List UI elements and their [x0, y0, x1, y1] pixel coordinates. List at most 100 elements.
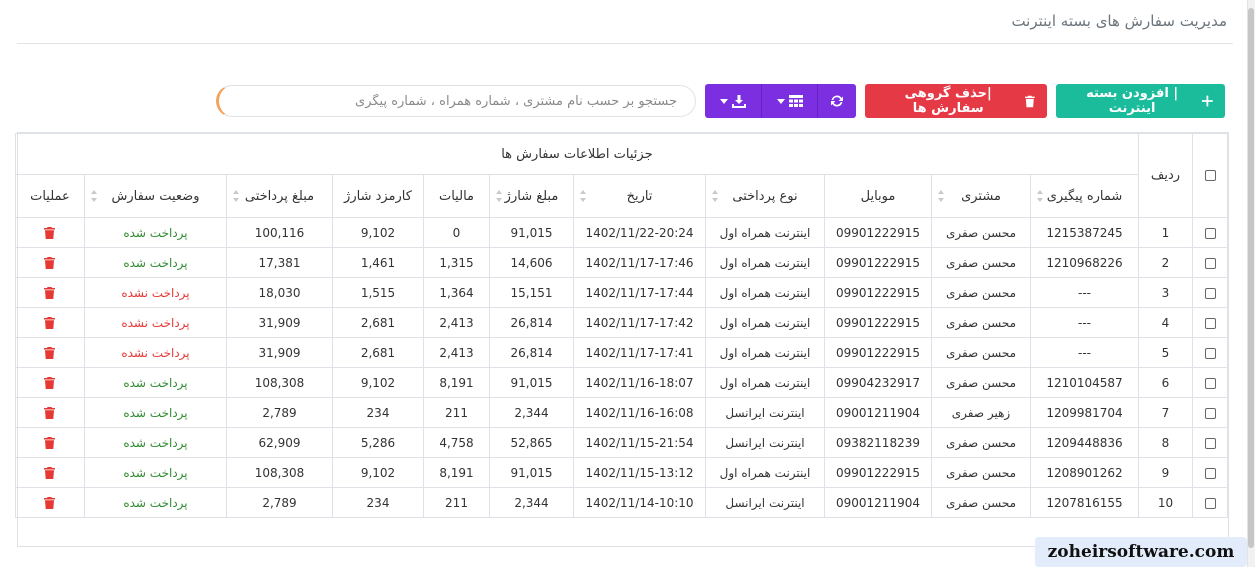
cell-paid: 108,308 — [226, 457, 333, 488]
row-number: 3 — [1138, 277, 1193, 308]
refresh-icon — [831, 95, 843, 107]
cell-tax: 4,758 — [423, 427, 490, 458]
title-divider — [17, 43, 1233, 44]
sort-icon — [233, 190, 239, 202]
cell-payment-type: اینترنت همراه اول — [705, 457, 825, 488]
watermark-logo: zoheirsoftware.com — [1035, 537, 1247, 567]
orders-table-container: ردیف جزئیات اطلاعات سفارش ها شماره پیگیر… — [14, 132, 1229, 547]
cell-payment-type: اینترنت همراه اول — [705, 307, 825, 338]
delete-row-trash-icon[interactable] — [44, 467, 56, 479]
cell-tracking: 1210104587 — [1030, 367, 1139, 398]
cell-paid: 100,116 — [226, 217, 333, 248]
col-tracking-header[interactable]: شماره پیگیری — [1030, 174, 1139, 218]
cell-mobile: 09901222915 — [824, 247, 932, 278]
col-charge-header[interactable]: مبلغ شارژ — [489, 174, 574, 218]
cell-mobile: 09904232917 — [824, 367, 932, 398]
search-input[interactable] — [216, 85, 696, 117]
cell-payment-type: اینترنت همراه اول — [705, 217, 825, 248]
cell-mobile: 09901222915 — [824, 277, 932, 308]
scrollbar-thumb[interactable] — [1248, 8, 1254, 548]
row-actions — [14, 487, 86, 518]
bulk-delete-label: |حذف گروهی سفارش ها — [904, 86, 992, 116]
cell-fee: 9,102 — [332, 367, 424, 398]
row-checkbox[interactable] — [1204, 377, 1216, 389]
row-checkbox[interactable] — [1204, 317, 1216, 329]
delete-row-trash-icon[interactable] — [44, 287, 56, 299]
cell-tax: 1,364 — [423, 277, 490, 308]
table-row: 4 --- محسن صفری 09901222915 اینترنت همراه او… — [14, 307, 1228, 338]
delete-row-trash-icon[interactable] — [44, 497, 56, 509]
row-checkbox[interactable] — [1204, 287, 1216, 299]
cell-charge: 52,865 — [489, 427, 574, 458]
add-package-button[interactable]: | افزودن بسته اینترنت — [1056, 84, 1225, 118]
cell-customer: محسن صفری — [931, 307, 1031, 338]
col-mobile-header: موبایل — [824, 174, 932, 218]
row-actions — [14, 367, 86, 398]
row-select-cell — [1192, 247, 1228, 278]
row-checkbox[interactable] — [1204, 497, 1216, 509]
col-payment-type-header[interactable]: نوع پرداختی — [705, 174, 825, 218]
cell-paid: 108,308 — [226, 367, 333, 398]
cell-payment-type: اینترنت همراه اول — [705, 277, 825, 308]
cell-customer: محسن صفری — [931, 217, 1031, 248]
cell-tax: 8,191 — [423, 367, 490, 398]
col-customer-header[interactable]: مشتری — [931, 174, 1031, 218]
cell-customer: محسن صفری — [931, 427, 1031, 458]
col-actions-header: عملیات — [14, 174, 86, 218]
export-button[interactable] — [705, 84, 762, 118]
toolbar: | افزودن بسته اینترنت |حذف گروهی سفارش ه… — [216, 84, 1225, 118]
cell-payment-type: اینترنت همراه اول — [705, 337, 825, 368]
cell-mobile: 09001211904 — [824, 487, 932, 518]
cell-charge: 91,015 — [489, 367, 574, 398]
row-checkbox[interactable] — [1204, 257, 1216, 269]
page-title: مدیریت سفارش های بسته اینترنت — [1011, 12, 1227, 30]
cell-date: 1402/11/16-16:08 — [573, 397, 706, 428]
refresh-button[interactable] — [818, 84, 856, 118]
cell-status: پرداخت شده — [84, 457, 227, 488]
cell-charge: 26,814 — [489, 337, 574, 368]
delete-row-trash-icon[interactable] — [44, 227, 56, 239]
delete-row-trash-icon[interactable] — [44, 317, 56, 329]
cell-fee: 2,681 — [332, 307, 424, 338]
delete-row-trash-icon[interactable] — [44, 377, 56, 389]
cell-tracking: 1209448836 — [1030, 427, 1139, 458]
col-paid-header[interactable]: مبلغ پرداختی — [226, 174, 333, 218]
row-number: 9 — [1138, 457, 1193, 488]
row-checkbox[interactable] — [1204, 227, 1216, 239]
plus-icon — [1202, 95, 1213, 107]
col-date-header[interactable]: تاریخ — [573, 174, 706, 218]
cell-mobile: 09901222915 — [824, 337, 932, 368]
cell-charge: 26,814 — [489, 307, 574, 338]
delete-row-trash-icon[interactable] — [44, 257, 56, 269]
row-number: 4 — [1138, 307, 1193, 338]
cell-customer: محسن صفری — [931, 337, 1031, 368]
sort-icon — [938, 190, 944, 202]
row-number: 10 — [1138, 487, 1193, 518]
cell-tracking: 1215387245 — [1030, 217, 1139, 248]
cell-mobile: 09382118239 — [824, 427, 932, 458]
delete-row-trash-icon[interactable] — [44, 347, 56, 359]
vertical-scrollbar[interactable] — [1247, 0, 1255, 567]
col-status-header[interactable]: وضعیت سفارش — [84, 174, 227, 218]
row-actions — [14, 247, 86, 278]
cell-customer: محسن صفری — [931, 277, 1031, 308]
delete-row-trash-icon[interactable] — [44, 407, 56, 419]
row-select-cell — [1192, 307, 1228, 338]
cell-status: پرداخت نشده — [84, 307, 227, 338]
delete-row-trash-icon[interactable] — [44, 437, 56, 449]
sort-icon — [496, 190, 502, 202]
row-number: 1 — [1138, 217, 1193, 248]
cell-charge: 15,151 — [489, 277, 574, 308]
cell-fee: 234 — [332, 487, 424, 518]
cell-customer: محسن صفری — [931, 247, 1031, 278]
row-checkbox[interactable] — [1204, 467, 1216, 479]
row-checkbox[interactable] — [1204, 407, 1216, 419]
cell-fee: 5,286 — [332, 427, 424, 458]
row-checkbox[interactable] — [1204, 437, 1216, 449]
select-all-checkbox[interactable] — [1204, 170, 1216, 181]
row-checkbox[interactable] — [1204, 347, 1216, 359]
columns-toggle-button[interactable] — [762, 84, 818, 118]
row-select-cell — [1192, 457, 1228, 488]
bulk-delete-button[interactable]: |حذف گروهی سفارش ها — [865, 84, 1047, 118]
row-number: 6 — [1138, 367, 1193, 398]
